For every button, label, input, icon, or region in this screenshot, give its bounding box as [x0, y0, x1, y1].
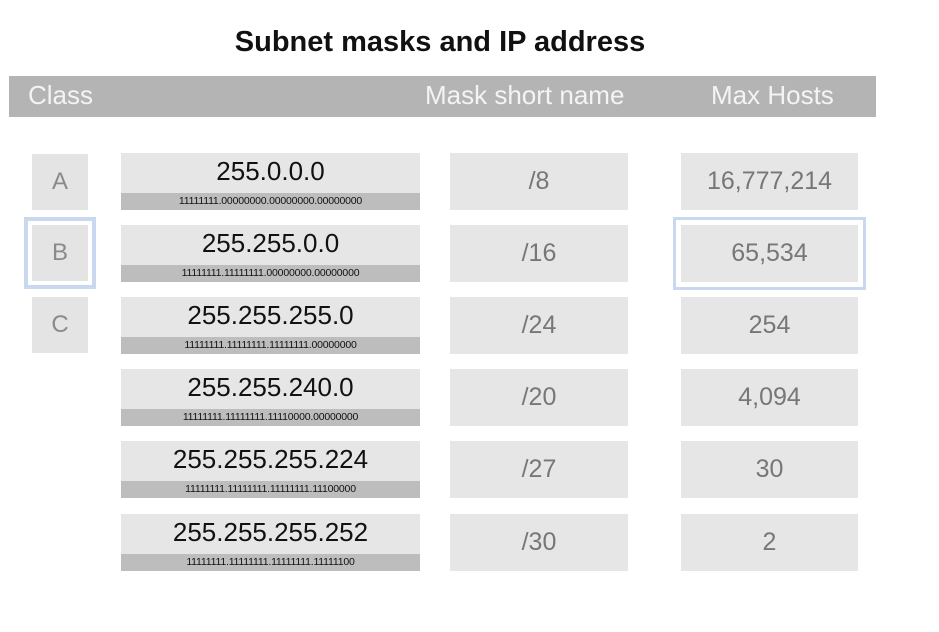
header-max-hosts: Max Hosts [711, 80, 834, 110]
mask-dotted: 255.255.240.0 [187, 372, 354, 402]
mask-cell-3: 255.255.255.0 11111111.11111111.11111111… [121, 297, 420, 354]
max-hosts-cell-6: 2 [681, 514, 858, 571]
page-title: Subnet masks and IP address [234, 26, 646, 58]
mask-short-cell-4: /20 [450, 369, 628, 426]
class-b-button[interactable]: B [24, 217, 96, 289]
mask-cell-6: 255.255.255.252 11111111.11111111.111111… [121, 514, 420, 571]
max-hosts-cell-1: 16,777,214 [681, 153, 858, 210]
table-header: Class Mask short name Max Hosts [9, 76, 876, 117]
mask-dotted: 255.0.0.0 [216, 156, 325, 186]
mask-short-cell-2: /16 [450, 225, 628, 282]
mask-binary: 11111111.11111111.11111111.11111100 [121, 554, 420, 571]
mask-dotted: 255.255.255.224 [172, 444, 369, 474]
mask-cell-5: 255.255.255.224 11111111.11111111.111111… [121, 441, 420, 498]
mask-short-cell-1: /8 [450, 153, 628, 210]
mask-cell-1: 255.0.0.0 11111111.00000000.00000000.000… [121, 153, 420, 210]
mask-dotted: 255.255.255.0 [187, 300, 354, 330]
mask-cell-2: 255.255.0.0 11111111.11111111.00000000.0… [121, 225, 420, 282]
mask-dotted: 255.255.0.0 [201, 228, 340, 258]
mask-binary: 11111111.11111111.11110000.00000000 [121, 409, 420, 426]
mask-dotted: 255.255.255.252 [172, 517, 369, 547]
mask-cell-4: 255.255.240.0 11111111.11111111.11110000… [121, 369, 420, 426]
header-class: Class [28, 80, 94, 110]
max-hosts-cell-4: 4,094 [681, 369, 858, 426]
mask-short-cell-6: /30 [450, 514, 628, 571]
header-mask-short-name: Mask short name [425, 80, 625, 110]
max-hosts-cell-3: 254 [681, 297, 858, 354]
max-hosts-cell-5: 30 [681, 441, 858, 498]
class-c-button[interactable]: C [32, 297, 88, 353]
class-a-button[interactable]: A [32, 154, 88, 210]
mask-binary: 11111111.11111111.11111111.00000000 [121, 337, 420, 354]
mask-binary: 11111111.11111111.00000000.00000000 [121, 265, 420, 282]
mask-short-cell-5: /27 [450, 441, 628, 498]
mask-binary: 11111111.00000000.00000000.00000000 [121, 193, 420, 210]
mask-binary: 11111111.11111111.11111111.11100000 [121, 481, 420, 498]
max-hosts-cell-2: 65,534 [673, 217, 866, 290]
mask-short-cell-3: /24 [450, 297, 628, 354]
